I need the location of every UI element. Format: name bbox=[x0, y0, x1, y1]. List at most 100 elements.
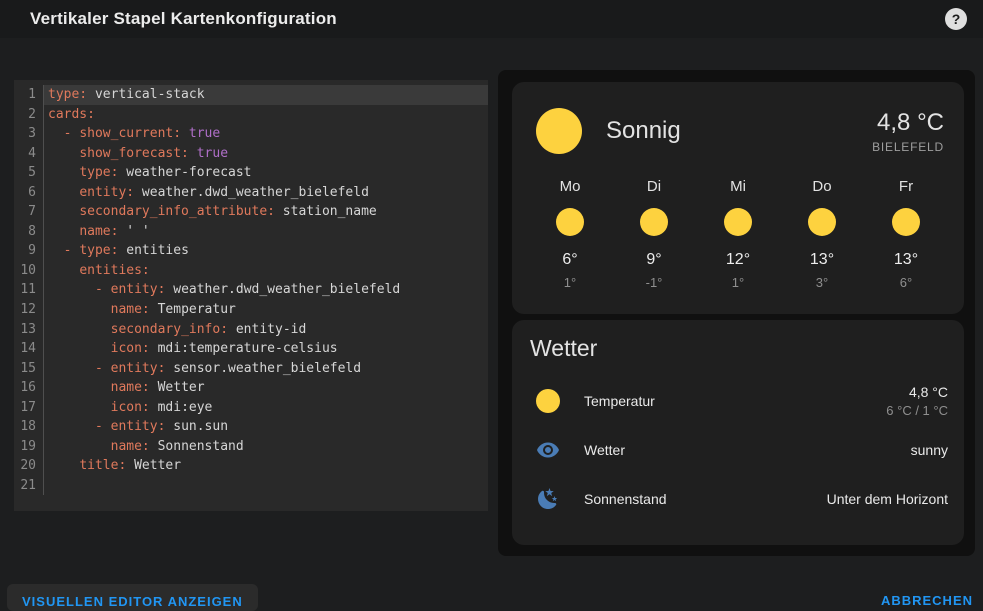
code-line[interactable]: 10 entities: bbox=[14, 261, 488, 281]
entity-row[interactable]: Sonnenstand Unter dem Horizont bbox=[512, 474, 964, 523]
sunny-icon bbox=[808, 208, 836, 236]
code-text: - entity: sun.sun bbox=[44, 417, 488, 437]
code-text bbox=[44, 476, 488, 496]
sunny-icon bbox=[892, 208, 920, 236]
entity-row[interactable]: Temperatur 4,8 °C6 °C / 1 °C bbox=[512, 376, 964, 425]
moon-stars-icon bbox=[536, 487, 560, 511]
show-visual-editor-button[interactable]: VISUELLEN EDITOR ANZEIGEN bbox=[7, 584, 258, 611]
forecast-day-label: Mi bbox=[696, 178, 780, 196]
forecast-row: Mo6°1°Di9°-1°Mi12°1°Do13°3°Fr13°6° bbox=[512, 178, 964, 291]
help-button[interactable]: ? bbox=[945, 8, 967, 30]
line-number: 1 bbox=[14, 85, 44, 105]
line-number: 8 bbox=[14, 222, 44, 242]
line-number: 9 bbox=[14, 241, 44, 261]
current-weather-row: Sonnig 4,8 °C BIELEFELD bbox=[512, 82, 964, 154]
forecast-day-label: Di bbox=[612, 178, 696, 196]
weather-forecast-card: Sonnig 4,8 °C BIELEFELD Mo6°1°Di9°-1°Mi1… bbox=[512, 82, 964, 314]
code-line[interactable]: 9 - type: entities bbox=[14, 241, 488, 261]
code-line[interactable]: 18 - entity: sun.sun bbox=[14, 417, 488, 437]
forecast-low-temp: 1° bbox=[696, 275, 780, 291]
forecast-day-column: Mo6°1° bbox=[528, 178, 612, 291]
code-text: entities: bbox=[44, 261, 488, 281]
code-text: cards: bbox=[44, 105, 488, 125]
code-text: secondary_info: entity-id bbox=[44, 320, 488, 340]
code-line[interactable]: 6 entity: weather.dwd_weather_bielefeld bbox=[14, 183, 488, 203]
code-text: show_forecast: true bbox=[44, 144, 488, 164]
entity-state: Unter dem Horizont bbox=[827, 491, 948, 507]
code-line[interactable]: 4 show_forecast: true bbox=[14, 144, 488, 164]
code-text: entity: weather.dwd_weather_bielefeld bbox=[44, 183, 488, 203]
code-line[interactable]: 13 secondary_info: entity-id bbox=[14, 320, 488, 340]
sun-circle-icon bbox=[536, 389, 560, 413]
forecast-low-temp: 6° bbox=[864, 275, 948, 291]
forecast-low-temp: 3° bbox=[780, 275, 864, 291]
line-number: 11 bbox=[14, 280, 44, 300]
line-number: 3 bbox=[14, 124, 44, 144]
forecast-low-temp: 1° bbox=[528, 275, 612, 291]
code-line[interactable]: 3 - show_current: true bbox=[14, 124, 488, 144]
code-text: name: ' ' bbox=[44, 222, 488, 242]
sunny-icon bbox=[724, 208, 752, 236]
entity-state-block: sunny bbox=[911, 442, 948, 458]
entities-card: Wetter Temperatur4,8 °C6 °C / 1 °CWetter… bbox=[512, 320, 964, 545]
entity-row[interactable]: Wettersunny bbox=[512, 425, 964, 474]
code-line[interactable]: 7 secondary_info_attribute: station_name bbox=[14, 202, 488, 222]
sunny-icon bbox=[536, 108, 582, 154]
forecast-day-column: Mi12°1° bbox=[696, 178, 780, 291]
dialog-header: Vertikaler Stapel Kartenkonfiguration ? bbox=[0, 0, 983, 38]
weather-condition: Sonnig bbox=[606, 117, 681, 145]
entity-state: sunny bbox=[911, 442, 948, 458]
entity-name: Temperatur bbox=[584, 393, 655, 409]
code-line[interactable]: 20 title: Wetter bbox=[14, 456, 488, 476]
line-number: 18 bbox=[14, 417, 44, 437]
code-line[interactable]: 14 icon: mdi:temperature-celsius bbox=[14, 339, 488, 359]
code-line[interactable]: 17 icon: mdi:eye bbox=[14, 398, 488, 418]
line-number: 6 bbox=[14, 183, 44, 203]
card-preview-panel: Sonnig 4,8 °C BIELEFELD Mo6°1°Di9°-1°Mi1… bbox=[498, 70, 975, 556]
code-line[interactable]: 16 name: Wetter bbox=[14, 378, 488, 398]
line-number: 17 bbox=[14, 398, 44, 418]
forecast-day-column: Do 13° 3° bbox=[780, 178, 864, 291]
forecast-day-label: Mo bbox=[528, 178, 612, 196]
code-text: - show_current: true bbox=[44, 124, 488, 144]
forecast-day-label: Fr bbox=[864, 178, 948, 196]
code-text: - entity: sensor.weather_bielefeld bbox=[44, 359, 488, 379]
code-text: name: Temperatur bbox=[44, 300, 488, 320]
code-text: icon: mdi:temperature-celsius bbox=[44, 339, 488, 359]
code-line[interactable]: 19 name: Sonnenstand bbox=[14, 437, 488, 457]
line-number: 13 bbox=[14, 320, 44, 340]
code-line[interactable]: 5 type: weather-forecast bbox=[14, 163, 488, 183]
entity-state-block: 4,8 °C6 °C / 1 °C bbox=[886, 384, 948, 418]
line-number: 2 bbox=[14, 105, 44, 125]
help-icon: ? bbox=[952, 11, 961, 27]
line-number: 20 bbox=[14, 456, 44, 476]
forecast-high-temp: 13° bbox=[780, 250, 864, 270]
code-line[interactable]: 8 name: ' ' bbox=[14, 222, 488, 242]
yaml-code-editor[interactable]: 1type: vertical-stack2cards:3 - show_cur… bbox=[14, 80, 488, 511]
current-temp-block: 4,8 °C BIELEFELD bbox=[872, 109, 944, 154]
code-line[interactable]: 12 name: Temperatur bbox=[14, 300, 488, 320]
entity-state-secondary: 6 °C / 1 °C bbox=[886, 403, 948, 418]
forecast-day-column: Fr13°6° bbox=[864, 178, 948, 291]
code-line[interactable]: 21 bbox=[14, 476, 488, 496]
line-number: 14 bbox=[14, 339, 44, 359]
sunny-icon bbox=[556, 208, 584, 236]
code-text: name: Wetter bbox=[44, 378, 488, 398]
code-line[interactable]: 2cards: bbox=[14, 105, 488, 125]
line-number: 16 bbox=[14, 378, 44, 398]
eye-icon bbox=[536, 438, 560, 462]
current-temperature: 4,8 °C bbox=[872, 109, 944, 137]
code-text: type: vertical-stack bbox=[44, 85, 488, 105]
forecast-low-temp: -1° bbox=[612, 275, 696, 291]
code-line[interactable]: 1type: vertical-stack bbox=[14, 85, 488, 105]
code-line[interactable]: 15 - entity: sensor.weather_bielefeld bbox=[14, 359, 488, 379]
code-text: title: Wetter bbox=[44, 456, 488, 476]
entity-name: Sonnenstand bbox=[584, 491, 667, 507]
line-number: 5 bbox=[14, 163, 44, 183]
line-number: 21 bbox=[14, 476, 44, 496]
forecast-high-temp: 9° bbox=[612, 250, 696, 270]
code-line[interactable]: 11 - entity: weather.dwd_weather_bielefe… bbox=[14, 280, 488, 300]
forecast-day-label: Do bbox=[780, 178, 864, 196]
station-name: BIELEFELD bbox=[872, 140, 944, 154]
cancel-button[interactable]: ABBRECHEN bbox=[881, 593, 973, 608]
